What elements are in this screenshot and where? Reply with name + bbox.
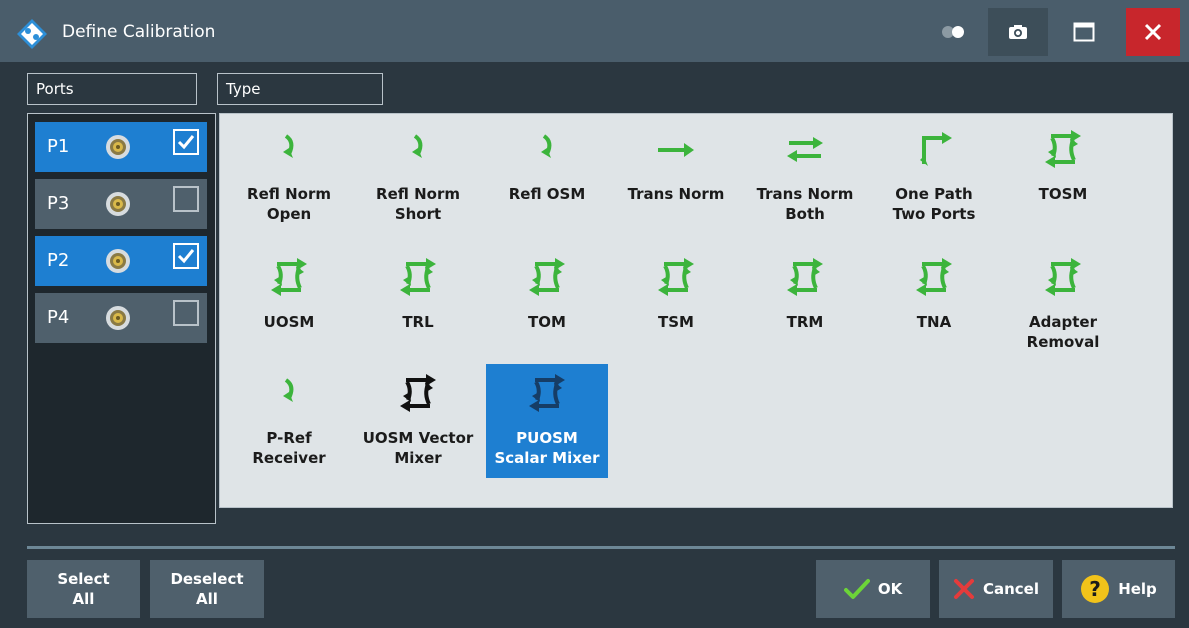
port-name: P3 <box>47 193 70 214</box>
port-connector-icon <box>106 135 130 159</box>
cal-type-label: Refl Norm Short <box>376 185 460 223</box>
cal-type-label: One Path Two Ports <box>892 185 976 223</box>
cal-type-refl-norm-open[interactable]: Refl Norm Open <box>228 120 350 234</box>
type-label: Type <box>217 73 383 105</box>
toggle-icon <box>942 26 964 38</box>
cal-type-label: PUOSM Scalar Mixer <box>494 429 600 467</box>
two-port-icon <box>271 258 307 296</box>
cal-type-label: Adapter Removal <box>1026 313 1100 351</box>
two-port-icon <box>1045 130 1081 168</box>
title-bar: Define Calibration <box>0 0 1189 62</box>
cal-type-refl-norm-short[interactable]: Refl Norm Short <box>357 120 479 234</box>
one-path-icon <box>920 132 952 166</box>
maximize-icon <box>1073 22 1095 42</box>
port-connector-icon <box>106 306 130 330</box>
ok-label: OK <box>877 580 903 598</box>
checkmark-icon <box>843 579 870 599</box>
help-icon: ? <box>1081 575 1110 603</box>
cal-type-label: TNA <box>916 313 952 331</box>
port-connector-icon <box>106 192 130 216</box>
close-button[interactable] <box>1126 8 1180 56</box>
port-checkbox[interactable] <box>173 300 199 326</box>
cal-type-trl[interactable]: TRL <box>357 248 479 362</box>
window-title: Define Calibration <box>62 22 216 42</box>
cal-type-label: TSM <box>658 313 694 331</box>
deselect-all-button[interactable]: Deselect All <box>150 560 264 618</box>
camera-icon <box>1009 25 1027 39</box>
port-checkbox[interactable] <box>173 129 199 155</box>
cal-type-label: Trans Norm <box>627 185 725 203</box>
app-logo-icon <box>17 19 47 49</box>
cal-type-tom[interactable]: TOM <box>486 248 608 362</box>
cal-type-tna[interactable]: TNA <box>873 248 995 362</box>
two-port-dark-icon <box>529 374 565 412</box>
cancel-label: Cancel <box>982 580 1039 598</box>
port-row-p1[interactable]: P1 <box>35 122 207 172</box>
cal-type-trans-norm[interactable]: Trans Norm <box>615 120 737 234</box>
cal-type-adapter-removal[interactable]: Adapter Removal <box>1002 248 1124 362</box>
toggle-button[interactable] <box>923 8 983 56</box>
cal-type-label: Refl OSM <box>508 185 586 203</box>
help-button[interactable]: ? Help <box>1062 560 1175 618</box>
checkmark-icon <box>177 249 195 264</box>
two-port-icon <box>529 258 565 296</box>
port-row-p2[interactable]: P2 <box>35 236 207 286</box>
two-port-icon <box>787 258 823 296</box>
cal-type-label: TOSM <box>1038 185 1088 203</box>
cal-type-label: P-Ref Receiver <box>252 429 326 467</box>
refl-icon <box>541 134 552 158</box>
port-row-p4[interactable]: P4 <box>35 293 207 343</box>
cal-type-uosm[interactable]: UOSM <box>228 248 350 362</box>
select-all-button[interactable]: Select All <box>27 560 140 618</box>
port-checkbox[interactable] <box>173 186 199 212</box>
help-label: Help <box>1118 580 1157 598</box>
cal-type-label: TRM <box>786 313 824 331</box>
trans-icon <box>658 143 694 157</box>
two-port-icon <box>1045 258 1081 296</box>
cal-type-one-path-two-ports[interactable]: One Path Two Ports <box>873 120 995 234</box>
cal-type-trans-norm-both[interactable]: Trans Norm Both <box>744 120 866 234</box>
cal-type-label: TOM <box>528 313 566 331</box>
cal-type-label: Trans Norm Both <box>756 185 854 223</box>
cal-type-tsm[interactable]: TSM <box>615 248 737 362</box>
cal-type-tosm[interactable]: TOSM <box>1002 120 1124 234</box>
two-port-icon <box>916 258 952 296</box>
port-connector-icon <box>106 249 130 273</box>
checkmark-icon <box>177 135 195 150</box>
cal-type-label: Refl Norm Open <box>247 185 331 223</box>
cancel-button[interactable]: Cancel <box>939 560 1053 618</box>
select-all-label: Select All <box>57 570 110 608</box>
cal-type-refl-osm[interactable]: Refl OSM <box>486 120 608 234</box>
port-name: P2 <box>47 250 70 271</box>
port-checkbox[interactable] <box>173 243 199 269</box>
refl-icon <box>412 134 423 158</box>
ok-button[interactable]: OK <box>816 560 930 618</box>
cal-type-p-ref-receiver[interactable]: P-Ref Receiver <box>228 364 350 478</box>
maximize-button[interactable] <box>1054 8 1114 56</box>
port-name: P4 <box>47 307 70 328</box>
trans-both-icon <box>787 137 823 162</box>
screenshot-button[interactable] <box>988 8 1048 56</box>
type-panel: Refl Norm Open Refl Norm Short Refl OSM Tra… <box>219 113 1173 508</box>
cal-type-label: TRL <box>402 313 434 331</box>
port-name: P1 <box>47 136 70 157</box>
cal-type-trm[interactable]: TRM <box>744 248 866 362</box>
port-row-p3[interactable]: P3 <box>35 179 207 229</box>
two-port-icon <box>400 258 436 296</box>
two-port-icon <box>658 258 694 296</box>
cal-type-uosm-vector-mixer[interactable]: UOSM Vector Mixer <box>357 364 479 478</box>
cal-type-label: UOSM Vector Mixer <box>362 429 474 467</box>
refl-icon <box>283 378 294 402</box>
deselect-all-label: Deselect All <box>170 570 244 608</box>
refl-icon <box>283 134 294 158</box>
ports-panel: P1 P3 P2 P4 <box>27 113 216 524</box>
close-icon <box>1144 23 1162 41</box>
separator <box>27 546 1175 549</box>
two-port-black-icon <box>400 374 436 412</box>
cal-type-puosm-scalar-mixer[interactable]: PUOSM Scalar Mixer <box>486 364 608 478</box>
svg-text:?: ? <box>1089 577 1101 601</box>
cal-type-label: UOSM <box>263 313 315 331</box>
cross-icon <box>953 579 974 599</box>
ports-label: Ports <box>27 73 197 105</box>
